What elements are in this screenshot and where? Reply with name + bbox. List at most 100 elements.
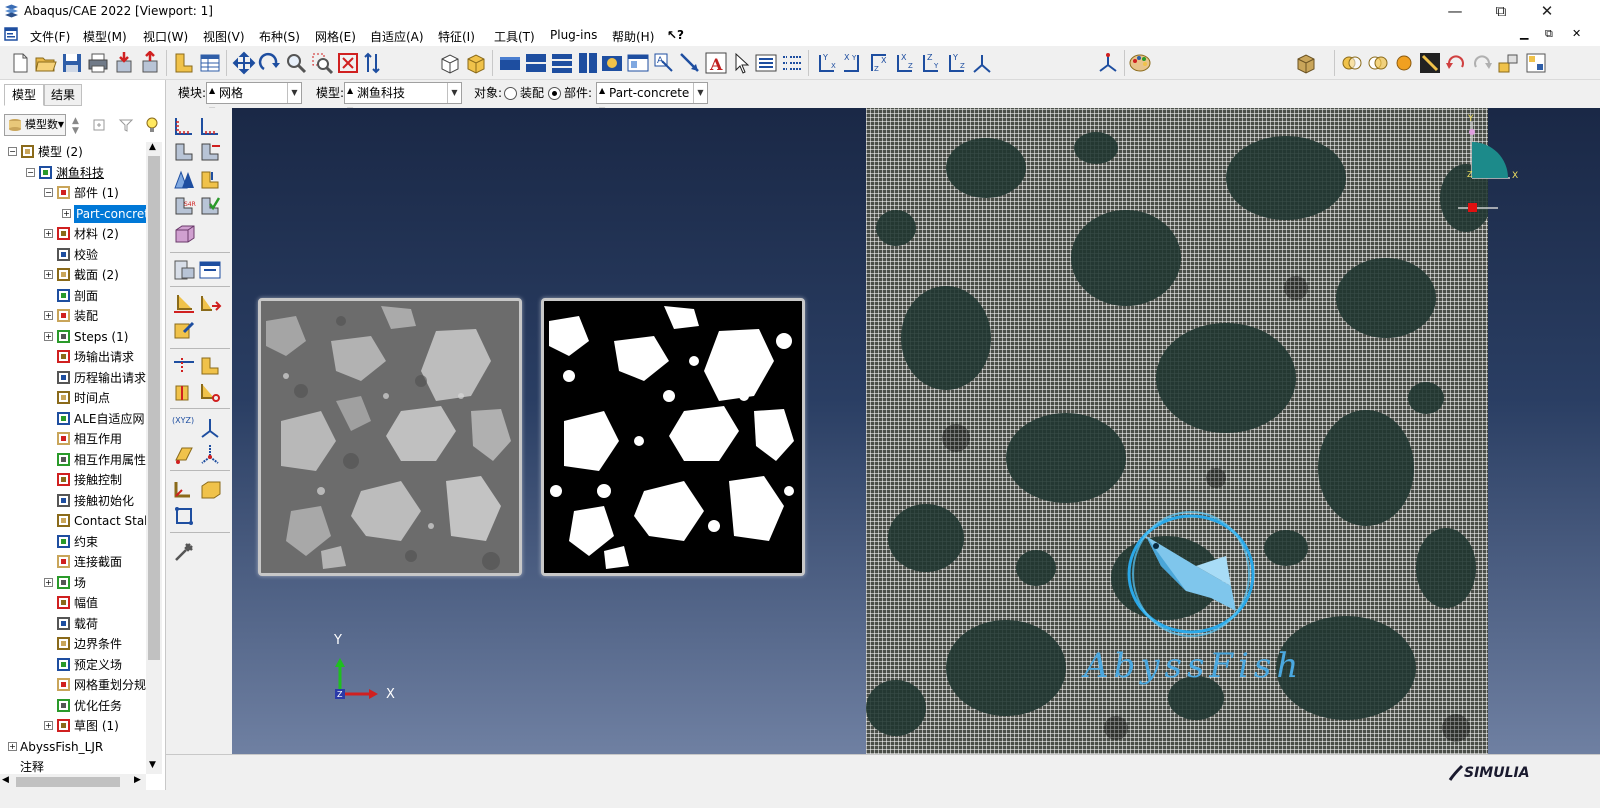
mesh-controls-icon[interactable] <box>198 140 222 164</box>
dotted-list-icon[interactable] <box>780 51 804 75</box>
expand-icon[interactable]: + <box>44 721 53 730</box>
view-front-icon[interactable] <box>498 51 522 75</box>
csys-xy-icon[interactable]: YX <box>814 51 838 75</box>
window-menu-icon[interactable] <box>4 27 18 41</box>
expand-icon[interactable]: + <box>44 270 53 279</box>
verify-mesh-icon[interactable] <box>198 194 222 218</box>
print-icon[interactable] <box>86 51 110 75</box>
partition-cell2-icon[interactable] <box>172 380 196 404</box>
datum-csys-icon[interactable] <box>198 416 222 440</box>
zoom-view-icon[interactable] <box>284 51 308 75</box>
menu-help[interactable]: 帮助(H) <box>612 28 654 45</box>
view-back-icon[interactable] <box>524 51 548 75</box>
menu-seed[interactable]: 布种(S) <box>259 28 300 45</box>
query-geometry-icon[interactable] <box>172 504 196 528</box>
minimize-button[interactable]: — <box>1432 0 1478 24</box>
pan-view-icon[interactable] <box>232 51 256 75</box>
collapse-icon[interactable]: − <box>26 167 35 177</box>
open-file-icon[interactable] <box>34 51 58 75</box>
mesh-part-icon[interactable]: S4R <box>172 194 196 218</box>
datum-plane-icon[interactable] <box>172 442 196 466</box>
remove-selected-icon[interactable] <box>1418 51 1442 75</box>
tree-vscrollbar[interactable]: ▲ ▼ <box>146 142 162 774</box>
menu-viewport[interactable]: 视口(W) <box>143 28 188 45</box>
collapse-icon[interactable]: − <box>8 147 17 156</box>
import-icon[interactable] <box>112 51 136 75</box>
expand-tree-icon[interactable] <box>92 117 108 133</box>
scroll-left-icon[interactable]: ◀ <box>2 775 9 785</box>
box-zoom-icon[interactable] <box>310 51 334 75</box>
scroll-right-icon[interactable]: ▶ <box>134 775 141 785</box>
view-side-icon[interactable] <box>576 51 600 75</box>
expand-icon[interactable]: + <box>44 577 53 587</box>
view-top-icon[interactable] <box>550 51 574 75</box>
create-bottomup-icon[interactable] <box>198 292 222 316</box>
edit-mesh-pencil-icon[interactable] <box>172 318 196 342</box>
color-palette-icon[interactable] <box>1128 51 1152 75</box>
part-radio[interactable] <box>548 87 561 100</box>
expand-icon[interactable]: + <box>44 311 53 320</box>
scroll-up-icon[interactable]: ▲ <box>149 142 156 152</box>
text-annotation-icon[interactable]: A <box>704 51 728 75</box>
select-pointer-icon[interactable] <box>730 51 754 75</box>
doc-close-icon[interactable]: ✕ <box>1572 27 1581 40</box>
redo-icon[interactable] <box>1470 51 1494 75</box>
scroll-thumb[interactable] <box>148 156 160 660</box>
scroll-down-icon[interactable]: ▼ <box>149 760 156 770</box>
csys-yx-icon[interactable]: XY <box>840 51 864 75</box>
undo-icon[interactable] <box>1444 51 1468 75</box>
intersect-icon[interactable] <box>1366 51 1390 75</box>
shaded-cube-icon[interactable] <box>464 51 488 75</box>
edit-mesh-icon[interactable] <box>172 292 196 316</box>
restore-button[interactable]: ⧉ <box>1478 0 1524 24</box>
menu-tools[interactable]: 工具(T) <box>494 28 535 45</box>
expand-icon[interactable]: + <box>62 208 71 218</box>
close-button[interactable]: ✕ <box>1524 0 1570 24</box>
layout-manager-icon[interactable] <box>1524 51 1548 75</box>
context-help-button[interactable]: ↖? <box>667 28 684 42</box>
assign-mesh-icon[interactable] <box>198 168 222 192</box>
tab-model[interactable]: 模型 <box>4 84 44 106</box>
datum-axis-icon[interactable] <box>198 442 222 466</box>
display-group-icon[interactable] <box>1294 51 1318 75</box>
expand-icon[interactable]: + <box>8 741 17 751</box>
tab-results[interactable]: 结果 <box>44 84 82 106</box>
repair-edge-icon[interactable] <box>172 478 196 502</box>
split-tool-icon[interactable] <box>198 380 222 404</box>
part-manager-icon[interactable] <box>172 51 196 75</box>
menu-mesh[interactable]: 网格(E) <box>315 28 356 45</box>
layout-list-icon[interactable] <box>754 51 778 75</box>
expand-icon[interactable]: + <box>44 229 53 238</box>
view-manager-icon[interactable] <box>626 51 650 75</box>
tools-wrench-icon[interactable] <box>172 540 196 564</box>
wireframe-cube-icon[interactable] <box>438 51 462 75</box>
csys-xz-icon[interactable]: XZ <box>892 51 916 75</box>
triad-icon[interactable] <box>1096 51 1120 75</box>
partition-cell-icon[interactable] <box>172 222 196 246</box>
element-type-icon[interactable] <box>172 168 196 192</box>
view-iso-icon[interactable] <box>600 51 624 75</box>
filter-tree-icon[interactable] <box>118 117 134 133</box>
hscroll-thumb[interactable] <box>16 777 120 787</box>
tree-updown-icon[interactable]: ▲ ▼ <box>72 116 79 136</box>
cycle-views-icon[interactable] <box>360 51 384 75</box>
tree-filter-combo[interactable]: 模型数 ▼ <box>4 114 66 136</box>
mesh-view[interactable]: AbyssFish <box>866 108 1488 754</box>
new-file-icon[interactable] <box>8 51 32 75</box>
csys-xyz-icon[interactable] <box>970 51 994 75</box>
menu-model[interactable]: 模型(M) <box>83 28 127 45</box>
menu-feature[interactable]: 特征(I) <box>438 28 475 45</box>
virtual-topology-icon[interactable] <box>172 258 196 282</box>
menu-view[interactable]: 视图(V) <box>203 28 245 45</box>
seed-edge-icon[interactable] <box>198 114 222 138</box>
delete-seed-icon[interactable] <box>172 140 196 164</box>
assembly-radio[interactable] <box>504 87 517 100</box>
lightbulb-icon[interactable] <box>144 116 160 134</box>
rotate-view-icon[interactable] <box>258 51 282 75</box>
doc-restore-icon[interactable]: ⧉ <box>1545 27 1553 41</box>
part-combo[interactable]: ▲▼Part-concrete▼ <box>596 82 708 115</box>
auto-fit-icon[interactable] <box>336 51 360 75</box>
partition-edge-icon[interactable] <box>172 354 196 378</box>
partition-face-icon[interactable] <box>198 354 222 378</box>
model-combo[interactable]: ▲▼渊鱼科技▼ <box>344 82 462 115</box>
